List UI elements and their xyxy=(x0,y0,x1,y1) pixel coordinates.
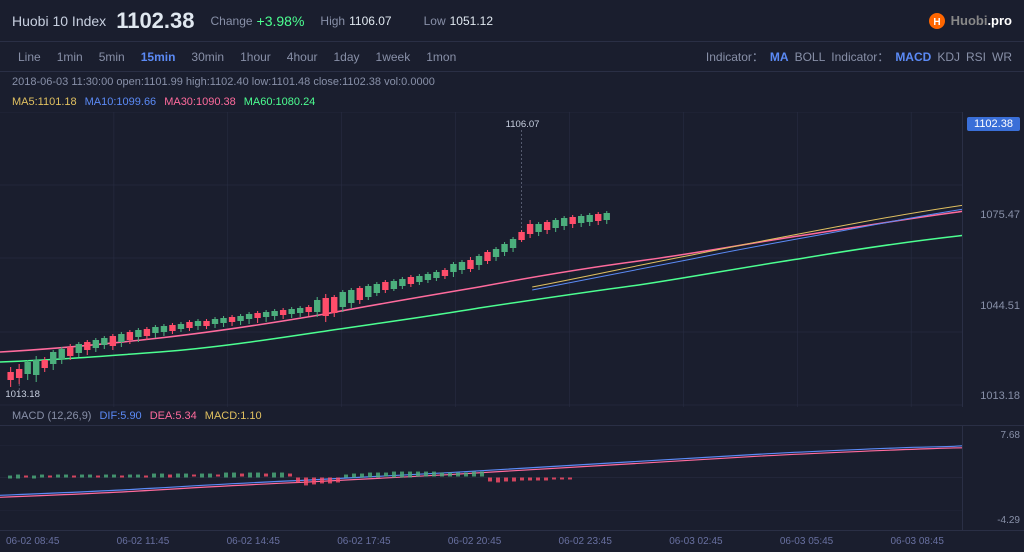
info-bar-text: 2018-06-03 11:30:00 open:1101.99 high:11… xyxy=(12,76,435,88)
time-label: 06-02 14:45 xyxy=(227,536,280,547)
main-chart[interactable]: 1013.18 xyxy=(0,112,1024,407)
indicator-rsi[interactable]: RSI xyxy=(966,50,986,64)
macd-info-bar: MACD (12,26,9) DIF:5.90 DEA:5.34 MACD:1.… xyxy=(0,407,1024,425)
header: Huobi 10 Index 1102.38 Change +3.98% Hig… xyxy=(0,0,1024,42)
price-axis: 1102.38 1075.47 1044.51 1013.18 xyxy=(962,112,1024,407)
macd-bottom-price: -4.29 xyxy=(967,515,1020,526)
indicator-section: Indicator： MA BOLL Indicator： MACD KDJ R… xyxy=(706,48,1012,65)
time-bar: 06-02 08:45 06-02 11:45 06-02 14:45 06-02 1… xyxy=(0,530,1024,552)
price-level-3: 1013.18 xyxy=(967,390,1020,402)
tab-1min[interactable]: 1min xyxy=(51,48,89,66)
change-label: Change xyxy=(211,14,253,28)
time-label: 06-03 08:45 xyxy=(891,536,944,547)
tab-5min[interactable]: 5min xyxy=(93,48,131,66)
ma60-value: MA60:1080.24 xyxy=(244,96,316,108)
info-bar: 2018-06-03 11:30:00 open:1101.99 high:11… xyxy=(0,72,1024,92)
low-value: 1051.12 xyxy=(450,14,493,28)
tab-15min[interactable]: 15min xyxy=(135,48,182,66)
indicator-label1: Indicator： xyxy=(706,48,764,65)
price-level-2: 1044.51 xyxy=(967,300,1020,312)
indicator-kdj[interactable]: KDJ xyxy=(937,50,960,64)
logo-text: Huobi.pro xyxy=(951,13,1012,28)
svg-text:H: H xyxy=(933,17,940,28)
low-label: Low xyxy=(424,14,446,28)
tab-4hour[interactable]: 4hour xyxy=(281,48,324,66)
macd-inner-svg xyxy=(0,426,962,530)
macd-title: MACD (12,26,9) xyxy=(12,410,91,422)
tab-line[interactable]: Line xyxy=(12,48,47,66)
tab-30min[interactable]: 30min xyxy=(185,48,230,66)
ma10-value: MA10:1099.66 xyxy=(85,96,157,108)
macd-section: MACD:1.10 xyxy=(205,410,262,422)
indicator-boll[interactable]: BOLL xyxy=(795,50,826,64)
change-value: +3.98% xyxy=(257,13,305,29)
indicator-macd[interactable]: MACD xyxy=(895,50,931,64)
indicator-ma[interactable]: MA xyxy=(770,50,789,64)
dea-section: DEA:5.34 xyxy=(150,410,197,422)
tab-1week[interactable]: 1week xyxy=(370,48,417,66)
indicator-label2: Indicator： xyxy=(831,48,889,65)
toolbar: Line 1min 5min 15min 30min 1hour 4hour 1… xyxy=(0,42,1024,72)
logo: H Huobi.pro xyxy=(928,12,1012,30)
macd-price-axis: 7.68 -4.29 xyxy=(962,426,1024,530)
candlestick-chart: 1013.18 xyxy=(0,112,1024,407)
time-label: 06-02 20:45 xyxy=(448,536,501,547)
time-labels: 06-02 08:45 06-02 11:45 06-02 14:45 06-02 1… xyxy=(0,536,950,547)
tab-1mon[interactable]: 1mon xyxy=(420,48,462,66)
time-label: 06-03 02:45 xyxy=(669,536,722,547)
dif-section: DIF:5.90 xyxy=(99,410,141,422)
macd-top-price: 7.68 xyxy=(967,430,1020,441)
svg-text:1106.07: 1106.07 xyxy=(506,119,540,129)
time-label: 06-03 05:45 xyxy=(780,536,833,547)
macd-chart[interactable]: 7.68 -4.29 xyxy=(0,425,1024,530)
indicator-wr[interactable]: WR xyxy=(992,50,1012,64)
tab-1day[interactable]: 1day xyxy=(328,48,366,66)
time-label: 06-02 11:45 xyxy=(117,536,170,547)
time-label: 06-02 17:45 xyxy=(337,536,390,547)
index-title: Huobi 10 Index xyxy=(12,13,106,29)
price-level-1: 1075.47 xyxy=(967,209,1020,221)
time-label: 06-02 23:45 xyxy=(559,536,612,547)
svg-text:1013.18: 1013.18 xyxy=(5,389,40,399)
current-price: 1102.38 xyxy=(116,8,194,34)
high-label: High xyxy=(320,14,345,28)
current-price-label: 1102.38 xyxy=(967,117,1020,131)
ma-bar: MA5:1101.18 MA10:1099.66 MA30:1090.38 MA… xyxy=(0,92,1024,112)
ma5-value: MA5:1101.18 xyxy=(12,96,77,108)
logo-icon: H xyxy=(928,12,946,30)
tab-1hour[interactable]: 1hour xyxy=(234,48,277,66)
high-value: 1106.07 xyxy=(349,14,392,28)
time-label: 06-02 08:45 xyxy=(6,536,59,547)
ma30-value: MA30:1090.38 xyxy=(164,96,236,108)
